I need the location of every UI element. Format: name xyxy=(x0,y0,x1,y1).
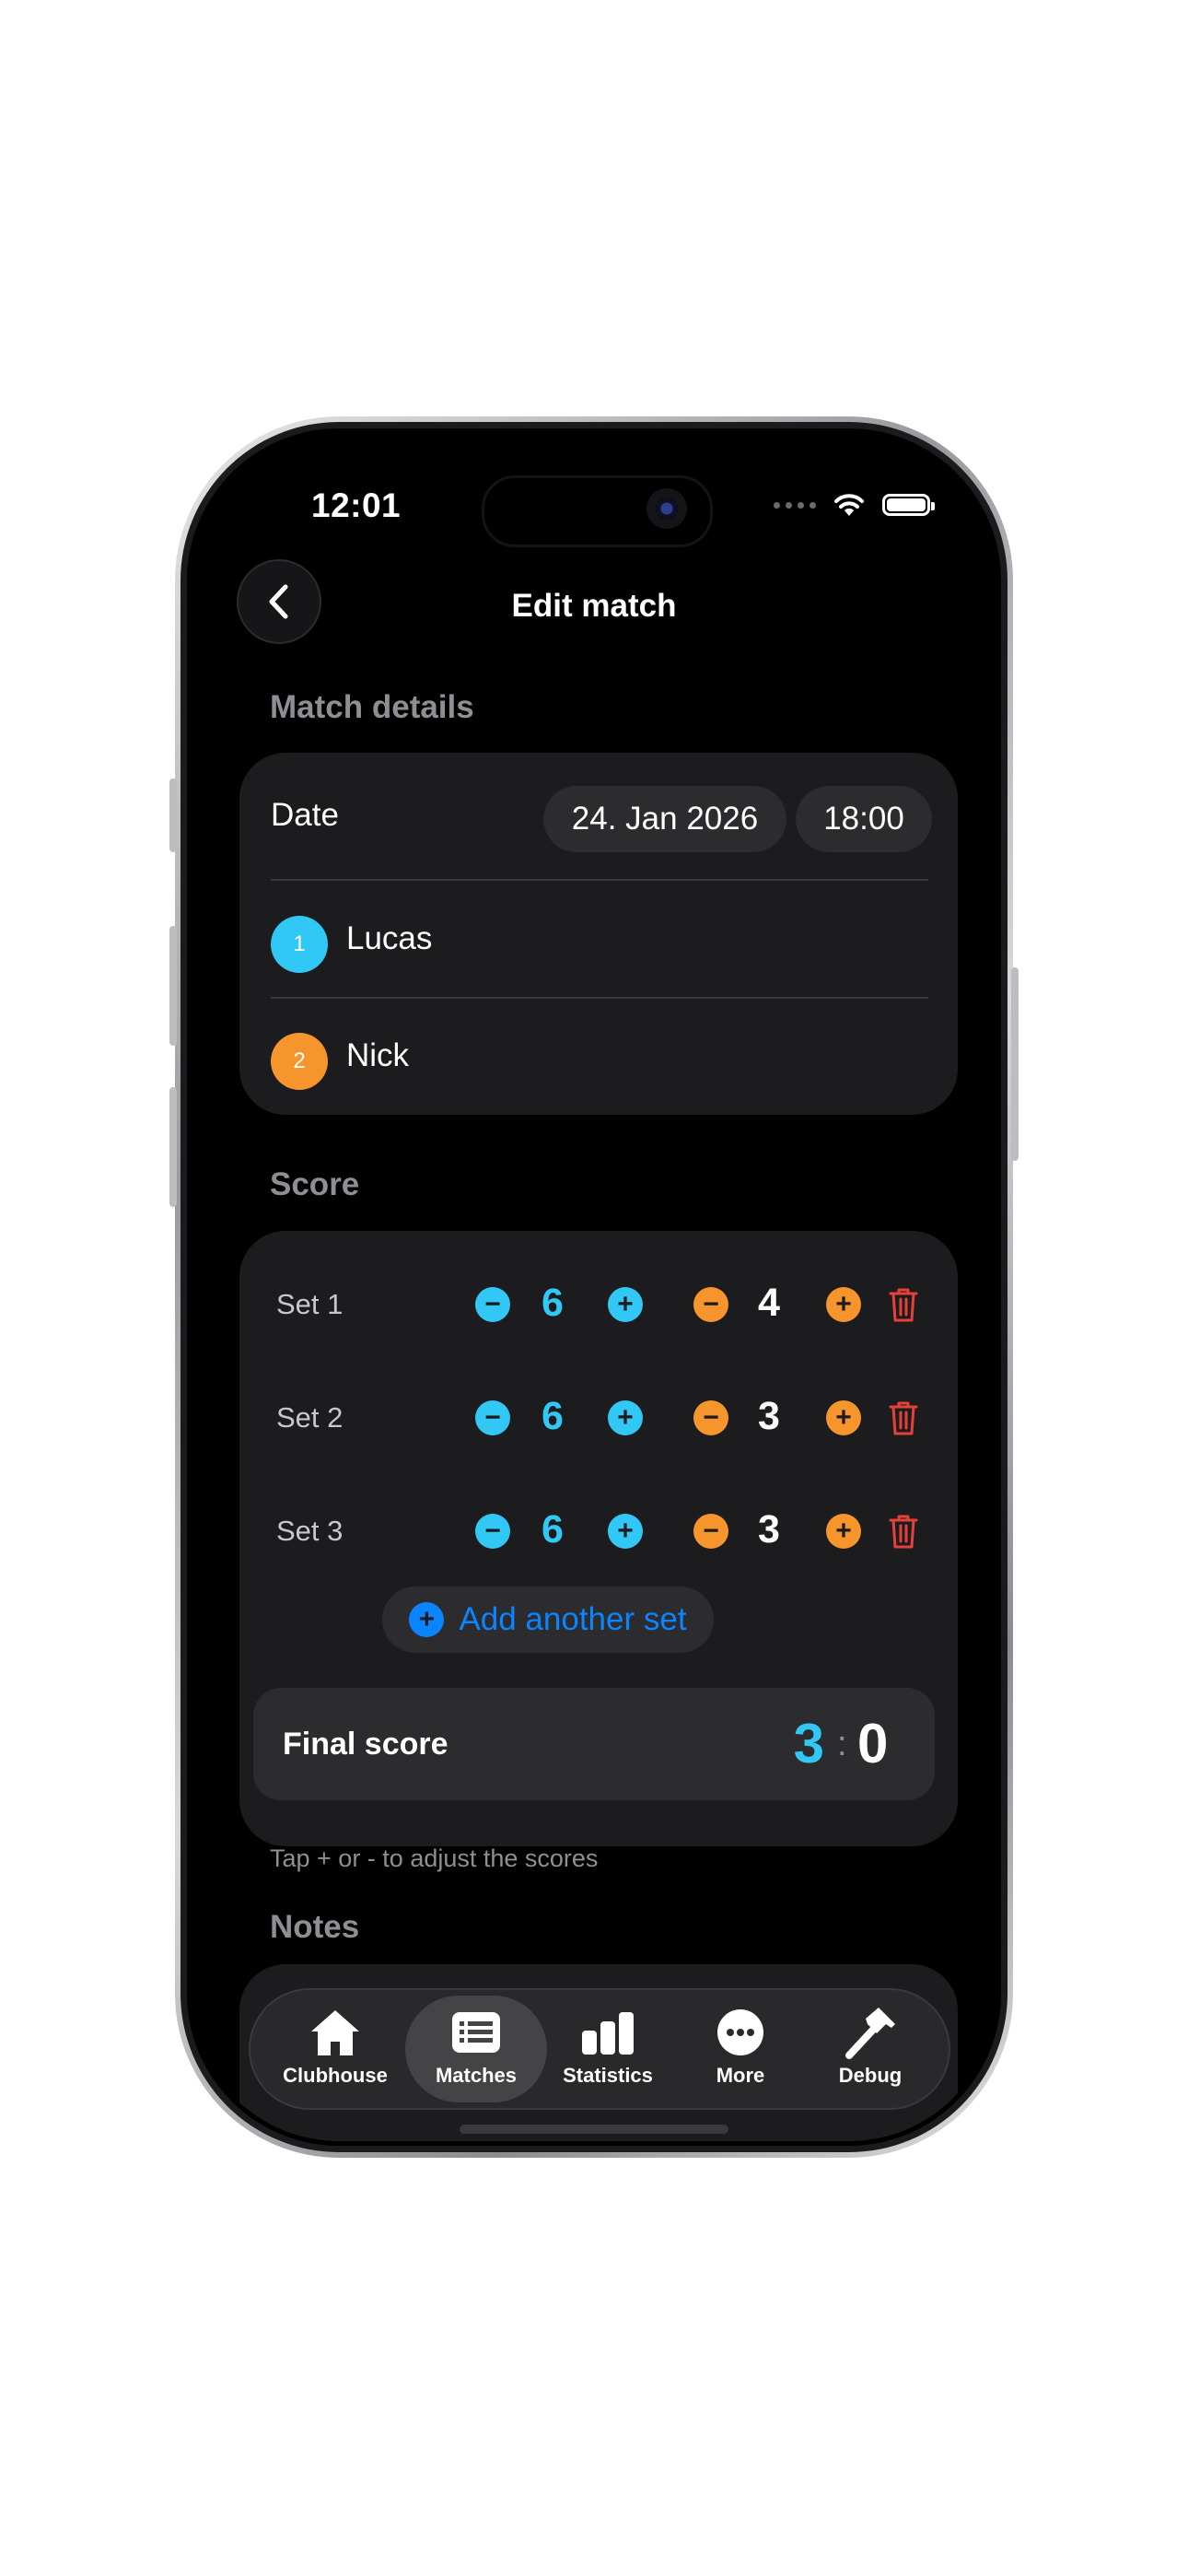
plus-icon: + xyxy=(617,1402,634,1433)
list-icon xyxy=(452,2012,500,2053)
minus-icon: − xyxy=(703,1289,719,1319)
tab-label: Matches xyxy=(435,2064,518,2087)
set-label: Set 1 xyxy=(276,1288,344,1320)
score-heading: Score xyxy=(270,1166,360,1202)
trash-icon[interactable] xyxy=(888,1286,919,1323)
divider xyxy=(271,997,928,999)
set-label: Set 3 xyxy=(276,1515,344,1547)
set-score-player-2: 4 xyxy=(758,1281,780,1325)
plus-player-1-button[interactable]: + xyxy=(608,1400,643,1435)
score-hint: Tap + or - to adjust the scores xyxy=(270,1844,599,1872)
set-label: Set 2 xyxy=(276,1401,344,1434)
set-score-player-1: 6 xyxy=(542,1394,564,1438)
status-icons xyxy=(774,492,935,518)
plus-icon: + xyxy=(835,1289,852,1319)
final-score-player-2: 0 xyxy=(857,1713,889,1774)
plus-player-2-button[interactable]: + xyxy=(826,1400,861,1435)
tab-matches[interactable]: Matches xyxy=(407,2007,545,2099)
minus-player-1-button[interactable]: − xyxy=(475,1514,510,1549)
power-button xyxy=(1011,967,1019,1161)
minus-icon: − xyxy=(484,1402,501,1433)
wifi-icon xyxy=(834,494,864,516)
plus-icon: + xyxy=(617,1289,634,1319)
tab-label: More xyxy=(716,2064,765,2087)
final-score-label: Final score xyxy=(283,1727,448,1762)
house-icon xyxy=(311,2010,359,2055)
minus-icon: − xyxy=(703,1516,719,1546)
time-picker[interactable]: 18:00 xyxy=(796,786,932,852)
player-2-badge: 2 xyxy=(271,1033,328,1090)
match-details-card: Date 24. Jan 2026 18:00 1 Lucas 2 Nick xyxy=(239,753,958,1115)
minus-player-1-button[interactable]: − xyxy=(475,1287,510,1322)
final-score-player-1: 3 xyxy=(793,1713,824,1774)
phone-screen: 12:01 Edit match Match details Date 24. … xyxy=(192,433,996,2141)
tab-more[interactable]: More xyxy=(671,2007,809,2099)
minus-player-2-button[interactable]: − xyxy=(693,1287,728,1322)
minus-player-1-button[interactable]: − xyxy=(475,1400,510,1435)
plus-icon: + xyxy=(835,1402,852,1433)
plus-player-2-button[interactable]: + xyxy=(826,1287,861,1322)
battery-icon xyxy=(882,494,935,516)
bar-chart-icon xyxy=(582,2012,634,2055)
page-title: Edit match xyxy=(511,588,677,624)
tab-label: Clubhouse xyxy=(283,2064,388,2087)
add-set-label: Add another set xyxy=(459,1601,687,1637)
minus-player-2-button[interactable]: − xyxy=(693,1514,728,1549)
tab-label: Statistics xyxy=(563,2064,653,2087)
final-score-box: Final score 3 : 0 xyxy=(253,1688,935,1800)
plus-circle-icon: + xyxy=(409,1602,445,1637)
date-label: Date xyxy=(271,797,339,833)
plus-icon: + xyxy=(617,1516,634,1546)
home-indicator xyxy=(460,2125,728,2134)
set-score-player-1: 6 xyxy=(542,1507,564,1551)
tab-statistics[interactable]: Statistics xyxy=(539,2007,677,2099)
add-set-button[interactable]: + Add another set xyxy=(382,1587,714,1653)
player-2-name: Nick xyxy=(346,1037,410,1073)
action-button xyxy=(169,779,177,852)
volume-down-button xyxy=(169,1087,177,1207)
trash-icon[interactable] xyxy=(888,1399,919,1436)
plus-player-2-button[interactable]: + xyxy=(826,1514,861,1549)
notes-heading: Notes xyxy=(270,1909,360,1945)
tab-bar: Clubhouse Matches Statistics More Debug xyxy=(249,1988,950,2110)
minus-player-2-button[interactable]: − xyxy=(693,1400,728,1435)
tab-debug[interactable]: Debug xyxy=(801,2007,939,2099)
cellular-icon xyxy=(774,501,816,509)
date-picker[interactable]: 24. Jan 2026 xyxy=(543,786,786,852)
plus-player-1-button[interactable]: + xyxy=(608,1514,643,1549)
volume-up-button xyxy=(169,926,177,1046)
status-time: 12:01 xyxy=(311,486,402,524)
player-1-badge: 1 xyxy=(271,916,328,973)
tab-clubhouse[interactable]: Clubhouse xyxy=(266,2007,404,2099)
minus-icon: − xyxy=(484,1516,501,1546)
front-camera xyxy=(646,488,687,529)
set-score-player-2: 3 xyxy=(758,1394,780,1438)
minus-icon: − xyxy=(703,1402,719,1433)
match-details-heading: Match details xyxy=(270,689,474,725)
set-score-player-1: 6 xyxy=(542,1281,564,1325)
plus-player-1-button[interactable]: + xyxy=(608,1287,643,1322)
player-1-name: Lucas xyxy=(346,920,433,956)
trash-icon[interactable] xyxy=(888,1513,919,1550)
plus-icon: + xyxy=(835,1516,852,1546)
final-score-separator: : xyxy=(837,1725,847,1763)
hammer-icon xyxy=(845,2008,895,2059)
minus-icon: − xyxy=(484,1289,501,1319)
set-score-player-2: 3 xyxy=(758,1507,780,1551)
tab-label: Debug xyxy=(838,2064,903,2087)
divider xyxy=(271,879,928,881)
ellipsis-icon xyxy=(717,2009,763,2055)
